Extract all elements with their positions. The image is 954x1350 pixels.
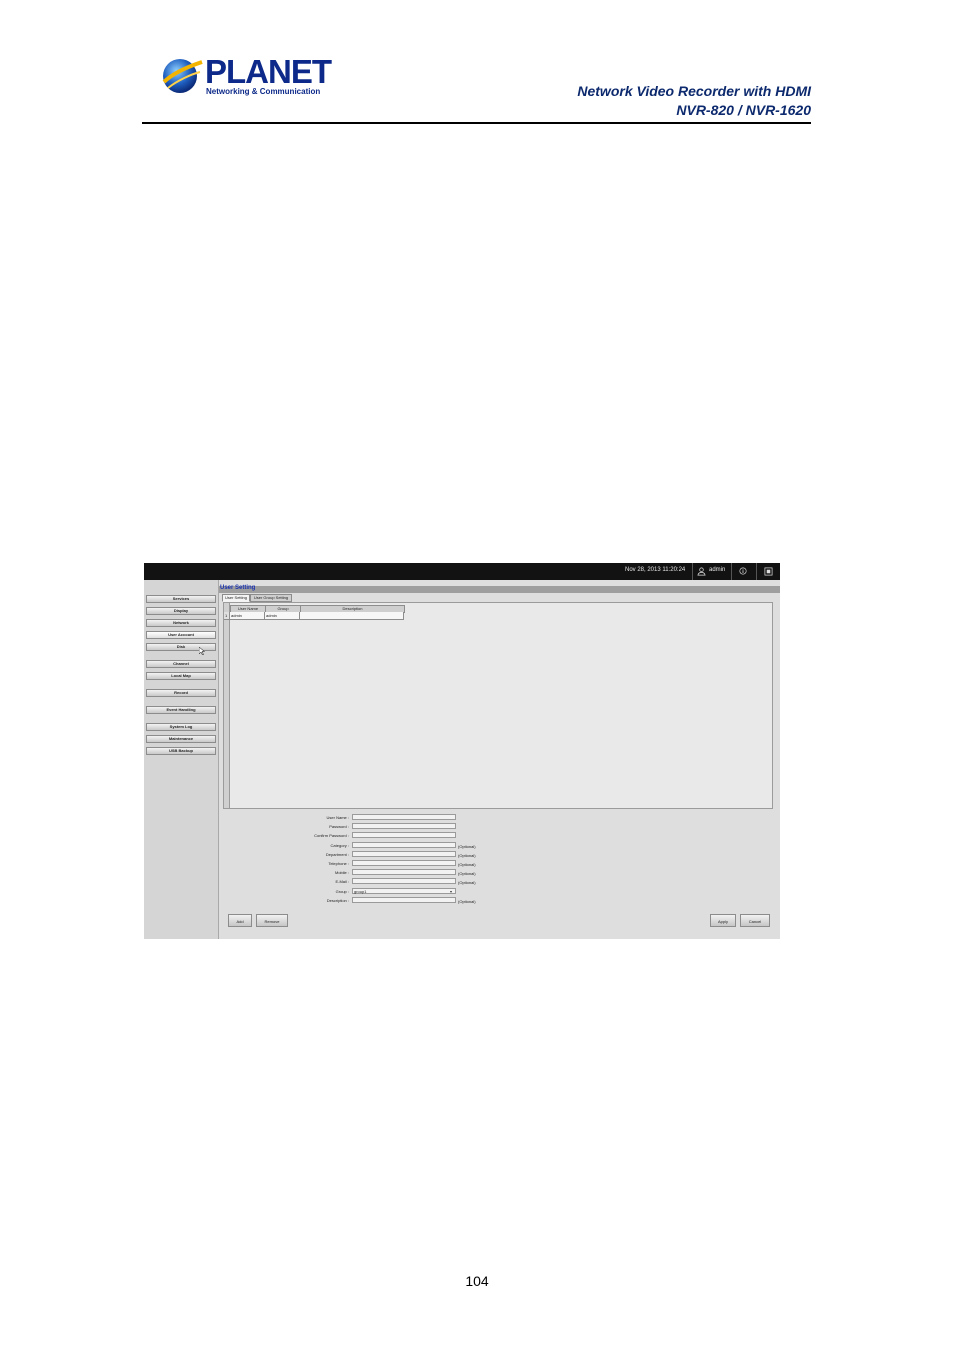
department-label: Department : bbox=[325, 852, 349, 857]
main-content-panel: User Setting User Setting User Group Set… bbox=[219, 580, 780, 939]
logo-tagline: Networking & Communication bbox=[206, 87, 321, 96]
planet-globe-icon bbox=[162, 59, 203, 93]
sidebar-item-services[interactable]: Services bbox=[146, 595, 216, 603]
table-cell-user-name[interactable]: admin bbox=[230, 612, 265, 620]
user-icon bbox=[697, 567, 706, 576]
document-title: Network Video Recorder with HDMI NVR-820… bbox=[577, 82, 811, 120]
department-input[interactable] bbox=[352, 851, 456, 857]
sidebar-item-network[interactable]: Network bbox=[146, 619, 216, 627]
optional-note: (Optional) bbox=[458, 871, 476, 876]
mobile-label: Mobile : bbox=[334, 870, 349, 875]
sidebar-item-usb-backup[interactable]: USB Backup bbox=[146, 747, 216, 755]
optional-note: (Optional) bbox=[458, 899, 476, 904]
section-header-bar bbox=[219, 586, 780, 593]
optional-note: (Optional) bbox=[458, 853, 476, 858]
category-input[interactable] bbox=[352, 842, 456, 848]
sidebar-item-display[interactable]: Display bbox=[146, 607, 216, 615]
group-label: Group : bbox=[335, 889, 349, 894]
document-title-line1: Network Video Recorder with HDMI bbox=[577, 83, 811, 99]
tab-user-group-setting[interactable]: User Group Setting bbox=[250, 594, 292, 602]
cancel-button[interactable]: Cancel bbox=[740, 914, 770, 927]
table-cell-group[interactable]: admin bbox=[265, 612, 300, 620]
telephone-label: Telephone : bbox=[328, 861, 349, 866]
sidebar-item-local-map[interactable]: Local Map bbox=[146, 672, 216, 680]
sidebar-item-maintenance[interactable]: Maintenance bbox=[146, 735, 216, 743]
topbar-divider bbox=[756, 563, 757, 580]
document-title-line2: NVR-820 / NVR-1620 bbox=[676, 102, 811, 118]
planet-logo: PLANET Networking & Communication bbox=[160, 54, 332, 100]
confirm-password-input[interactable] bbox=[352, 832, 456, 838]
datetime-display: Nov 28, 2013 11:20:24 bbox=[625, 567, 686, 573]
topbar-divider bbox=[692, 563, 693, 580]
remove-button[interactable]: Remove bbox=[256, 914, 288, 927]
page-number: 104 bbox=[465, 1273, 489, 1289]
description-label: Description : bbox=[326, 898, 349, 903]
password-input[interactable] bbox=[352, 823, 456, 829]
top-status-bar: Nov 28, 2013 11:20:24 admin bbox=[144, 563, 780, 580]
settings-sidebar: Services Display Network User Account Di… bbox=[144, 580, 219, 939]
confirm-password-label: Confirm Password : bbox=[314, 833, 349, 838]
sidebar-item-event-handling[interactable]: Event Handling bbox=[146, 706, 216, 714]
header-divider bbox=[142, 122, 811, 124]
logo-wordmark: PLANET bbox=[205, 53, 332, 90]
sidebar-item-disk[interactable]: Disk bbox=[146, 643, 216, 651]
apply-button[interactable]: Apply bbox=[710, 914, 736, 927]
sidebar-item-user-account[interactable]: User Account bbox=[146, 631, 216, 639]
chevron-down-icon[interactable]: ▾ bbox=[450, 890, 454, 894]
optional-note: (Optional) bbox=[458, 862, 476, 867]
sidebar-item-channel[interactable]: Channel bbox=[146, 660, 216, 668]
email-label: E-Mail : bbox=[335, 879, 349, 884]
user-name-input[interactable] bbox=[352, 814, 456, 820]
user-name-label: User Name : bbox=[326, 815, 349, 820]
topbar-divider bbox=[731, 563, 732, 580]
mobile-input[interactable] bbox=[352, 869, 456, 875]
category-label: Category : bbox=[330, 843, 349, 848]
info-icon[interactable] bbox=[739, 567, 747, 575]
logged-in-user[interactable]: admin bbox=[709, 567, 725, 573]
telephone-input[interactable] bbox=[352, 860, 456, 866]
description-input[interactable] bbox=[352, 897, 456, 903]
user-table: User Name Group Description 1 admin admi… bbox=[223, 602, 773, 809]
mouse-cursor-icon bbox=[199, 647, 205, 655]
section-title: User Setting bbox=[220, 585, 256, 591]
optional-note: (Optional) bbox=[458, 880, 476, 885]
email-input[interactable] bbox=[352, 878, 456, 884]
group-select-value: group1 bbox=[354, 889, 367, 894]
nvr-user-setting-screenshot: Nov 28, 2013 11:20:24 admin Services Dis… bbox=[144, 563, 780, 939]
add-button[interactable]: Add bbox=[228, 914, 252, 927]
table-row-index-bar bbox=[224, 603, 230, 808]
logout-icon[interactable] bbox=[764, 567, 773, 576]
sidebar-item-system-log[interactable]: System Log bbox=[146, 723, 216, 731]
optional-note: (Optional) bbox=[458, 844, 476, 849]
tab-user-setting[interactable]: User Setting bbox=[222, 594, 250, 602]
sidebar-item-record[interactable]: Record bbox=[146, 689, 216, 697]
group-select[interactable]: group1 ▾ bbox=[352, 888, 456, 894]
password-label: Password : bbox=[329, 824, 349, 829]
table-cell-description[interactable] bbox=[300, 612, 404, 620]
